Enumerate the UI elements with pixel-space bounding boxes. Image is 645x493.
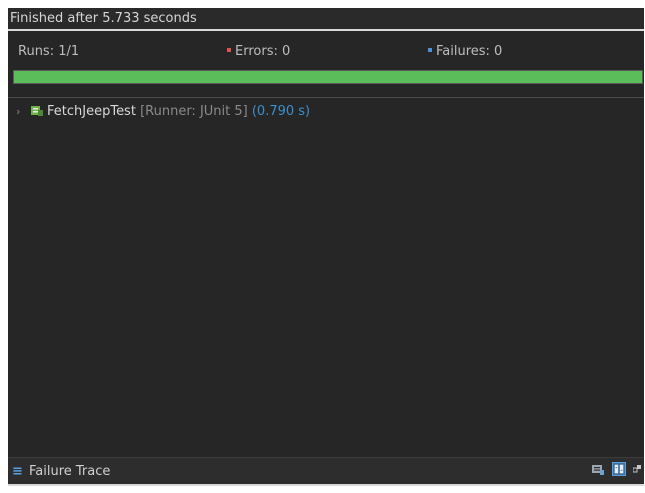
tree-item-time: (0.790 s)	[251, 104, 311, 119]
test-tree[interactable]: › FetchJeepTest [Runner: JUnit 5] (0.790…	[8, 102, 644, 122]
list-icon: ≡	[12, 464, 23, 479]
error-marker-icon	[227, 47, 231, 52]
progress-bar-fill	[14, 71, 642, 83]
finished-status-text: Finished after 5.733 seconds	[10, 11, 197, 26]
finished-status: Finished after 5.733 seconds	[8, 8, 644, 31]
failures-counter: Failures: 0	[428, 44, 502, 59]
tree-item-fetchjeeptest[interactable]: › FetchJeepTest [Runner: JUnit 5] (0.790…	[8, 102, 644, 122]
failure-trace-header: ≡ Failure Trace	[8, 457, 644, 486]
runs-counter-text: Runs: 1/1	[18, 44, 80, 59]
junit-panel: Finished after 5.733 seconds Runs: 1/1 E…	[8, 8, 644, 486]
failure-trace-toolbar	[588, 461, 642, 479]
failure-trace-title: ≡ Failure Trace	[12, 464, 110, 479]
failures-counter-text: Failures: 0	[436, 44, 503, 59]
errors-counter: Errors: 0	[227, 44, 290, 59]
divider	[8, 97, 644, 98]
maximize-icon[interactable]	[633, 462, 642, 476]
counters-bar: Runs: 1/1 Errors: 0 Failures: 0	[8, 31, 644, 67]
chevron-right-icon[interactable]: ›	[16, 102, 28, 122]
tree-item-runner: [Runner: JUnit 5]	[140, 104, 248, 119]
errors-counter-text: Errors: 0	[235, 44, 291, 59]
runs-counter: Runs: 1/1	[18, 44, 79, 59]
tree-item-name: FetchJeepTest	[47, 104, 136, 119]
compare-results-icon[interactable]	[611, 461, 626, 476]
failure-trace-label: Failure Trace	[29, 464, 111, 479]
test-class-icon	[31, 106, 43, 116]
filter-stack-trace-icon[interactable]	[590, 461, 605, 476]
failure-marker-icon	[428, 47, 432, 52]
progress-bar	[13, 70, 643, 84]
bottom-divider	[8, 484, 644, 486]
